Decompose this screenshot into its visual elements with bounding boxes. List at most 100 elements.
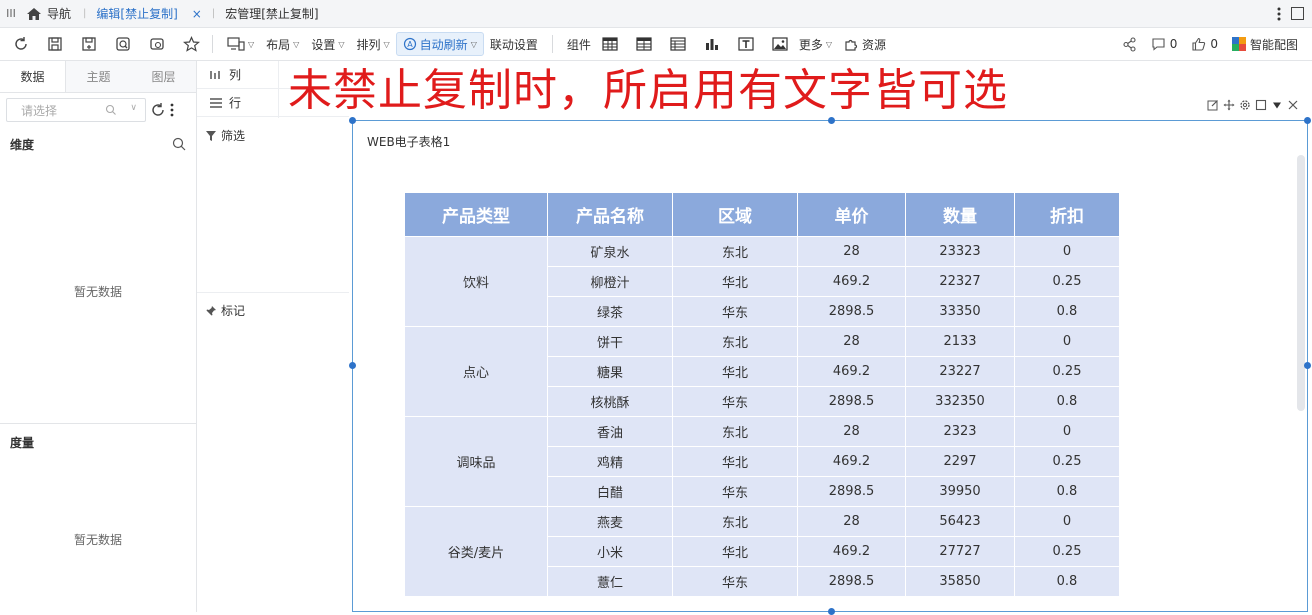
table-cell[interactable]: 469.2 — [797, 446, 906, 477]
group-cell[interactable]: 点心 — [404, 326, 548, 417]
table-cell[interactable]: 469.2 — [797, 266, 906, 297]
layout-menu[interactable]: 布局 ▽ — [260, 32, 305, 56]
table-cell[interactable]: 23323 — [905, 236, 1015, 267]
group-cell[interactable]: 调味品 — [404, 416, 548, 507]
table-cell[interactable]: 0 — [1014, 506, 1120, 537]
column-header[interactable]: 产品名称 — [547, 192, 673, 237]
table-cell[interactable]: 华东 — [672, 296, 798, 327]
maximize-icon[interactable] — [1291, 7, 1304, 20]
table-cell[interactable]: 华东 — [672, 566, 798, 597]
auto-refresh-button[interactable]: A 自动刷新 ▽ — [395, 32, 484, 56]
bar-chart-icon[interactable] — [699, 28, 725, 61]
table-cell[interactable]: 2898.5 — [797, 386, 906, 417]
column-header[interactable]: 折扣 — [1014, 192, 1120, 237]
table-cell[interactable]: 2133 — [905, 326, 1015, 357]
table-cell[interactable]: 332350 — [905, 386, 1015, 417]
table-cell[interactable]: 柳橙汁 — [547, 266, 673, 297]
resources-button[interactable]: 资源 — [838, 32, 892, 56]
group-cell[interactable]: 饮料 — [404, 236, 548, 327]
tab-theme[interactable]: 主题 — [66, 61, 131, 92]
table-cell[interactable]: 华北 — [672, 446, 798, 477]
close-icon[interactable] — [1287, 99, 1299, 111]
table-cell[interactable]: 绿茶 — [547, 296, 673, 327]
table-cell[interactable]: 0.25 — [1014, 536, 1120, 567]
more-menu[interactable]: 更多 ▽ — [793, 32, 838, 56]
table-cell[interactable]: 矿泉水 — [547, 236, 673, 267]
text-box-icon[interactable] — [733, 28, 759, 61]
maximize-icon[interactable] — [1255, 99, 1267, 111]
table-cell[interactable]: 核桃酥 — [547, 386, 673, 417]
table-cell[interactable]: 华北 — [672, 356, 798, 387]
table-cell[interactable]: 香油 — [547, 416, 673, 447]
table-cell[interactable]: 469.2 — [797, 536, 906, 567]
settings-icon[interactable] — [1239, 99, 1251, 111]
detail-table-icon[interactable] — [665, 28, 691, 61]
move-icon[interactable] — [1223, 99, 1235, 111]
table-cell[interactable]: 0.8 — [1014, 296, 1120, 327]
mark-shelf[interactable]: 标记 — [205, 302, 245, 319]
resize-handle[interactable] — [1304, 362, 1311, 369]
refresh-icon[interactable] — [8, 28, 34, 61]
search-icon[interactable] — [172, 137, 186, 151]
column-header[interactable]: 产品类型 — [404, 192, 548, 237]
table-cell[interactable]: 白醋 — [547, 476, 673, 507]
table-cell[interactable]: 0 — [1014, 326, 1120, 357]
caret-down-icon[interactable] — [1271, 99, 1283, 111]
save-as-icon[interactable] — [76, 28, 102, 61]
table-cell[interactable]: 饼干 — [547, 326, 673, 357]
linkage-settings-button[interactable]: 联动设置 — [484, 32, 544, 56]
preview-icon[interactable] — [110, 28, 136, 61]
table-cell[interactable]: 0.8 — [1014, 386, 1120, 417]
resize-handle[interactable] — [349, 117, 356, 124]
table-cell[interactable]: 0.25 — [1014, 266, 1120, 297]
table-cell[interactable]: 27727 — [905, 536, 1015, 567]
table-cell[interactable]: 2898.5 — [797, 566, 906, 597]
table-cell[interactable]: 华东 — [672, 476, 798, 507]
refresh-icon[interactable] — [150, 102, 166, 118]
resize-handle[interactable] — [349, 362, 356, 369]
table-cell[interactable]: 28 — [797, 506, 906, 537]
column-header[interactable]: 单价 — [797, 192, 906, 237]
tab-data[interactable]: 数据 — [0, 61, 66, 92]
table-icon[interactable] — [597, 28, 623, 61]
table-cell[interactable]: 56423 — [905, 506, 1015, 537]
table-cell[interactable]: 鸡精 — [547, 446, 673, 477]
table-cell[interactable]: 薏仁 — [547, 566, 673, 597]
table-cell[interactable]: 东北 — [672, 326, 798, 357]
table-cell[interactable]: 22327 — [905, 266, 1015, 297]
image-icon[interactable] — [767, 28, 793, 61]
table-cell[interactable]: 2323 — [905, 416, 1015, 447]
table-cell[interactable]: 0.25 — [1014, 356, 1120, 387]
save-icon[interactable] — [42, 28, 68, 61]
table-cell[interactable]: 燕麦 — [547, 506, 673, 537]
table-cell[interactable]: 小米 — [547, 536, 673, 567]
close-icon[interactable]: × — [178, 7, 202, 21]
tab-edit[interactable]: 编辑[禁止复制] × — [90, 0, 207, 28]
tab-layers[interactable]: 图层 — [131, 61, 196, 92]
like-button[interactable]: 0 — [1191, 37, 1218, 51]
column-header[interactable]: 区域 — [672, 192, 798, 237]
tab-macro[interactable]: 宏管理[禁止复制] — [219, 0, 324, 28]
table-cell[interactable]: 2297 — [905, 446, 1015, 477]
edit-icon[interactable] — [1207, 99, 1219, 111]
table-cell[interactable]: 23227 — [905, 356, 1015, 387]
more-vertical-icon[interactable] — [170, 103, 174, 117]
table-cell[interactable]: 2898.5 — [797, 296, 906, 327]
scrollbar[interactable] — [1297, 155, 1305, 411]
dataset-select[interactable]: 请选择 ∨ — [6, 98, 146, 122]
table-cell[interactable]: 0.25 — [1014, 446, 1120, 477]
table-cell[interactable]: 华北 — [672, 536, 798, 567]
table-cell[interactable]: 东北 — [672, 236, 798, 267]
resize-handle[interactable] — [828, 117, 835, 124]
table-cell[interactable]: 华北 — [672, 266, 798, 297]
cross-table-icon[interactable] — [631, 28, 657, 61]
more-vertical-icon[interactable] — [1277, 7, 1281, 21]
table-cell[interactable]: 0 — [1014, 236, 1120, 267]
menu-icon[interactable]: III — [0, 7, 22, 20]
group-cell[interactable]: 谷类/麦片 — [404, 506, 548, 597]
table-cell[interactable]: 28 — [797, 326, 906, 357]
filter-shelf[interactable]: 筛选 — [205, 127, 245, 144]
table-cell[interactable]: 华东 — [672, 386, 798, 417]
settings-menu[interactable]: 设置 ▽ — [305, 32, 350, 56]
table-cell[interactable]: 39950 — [905, 476, 1015, 507]
